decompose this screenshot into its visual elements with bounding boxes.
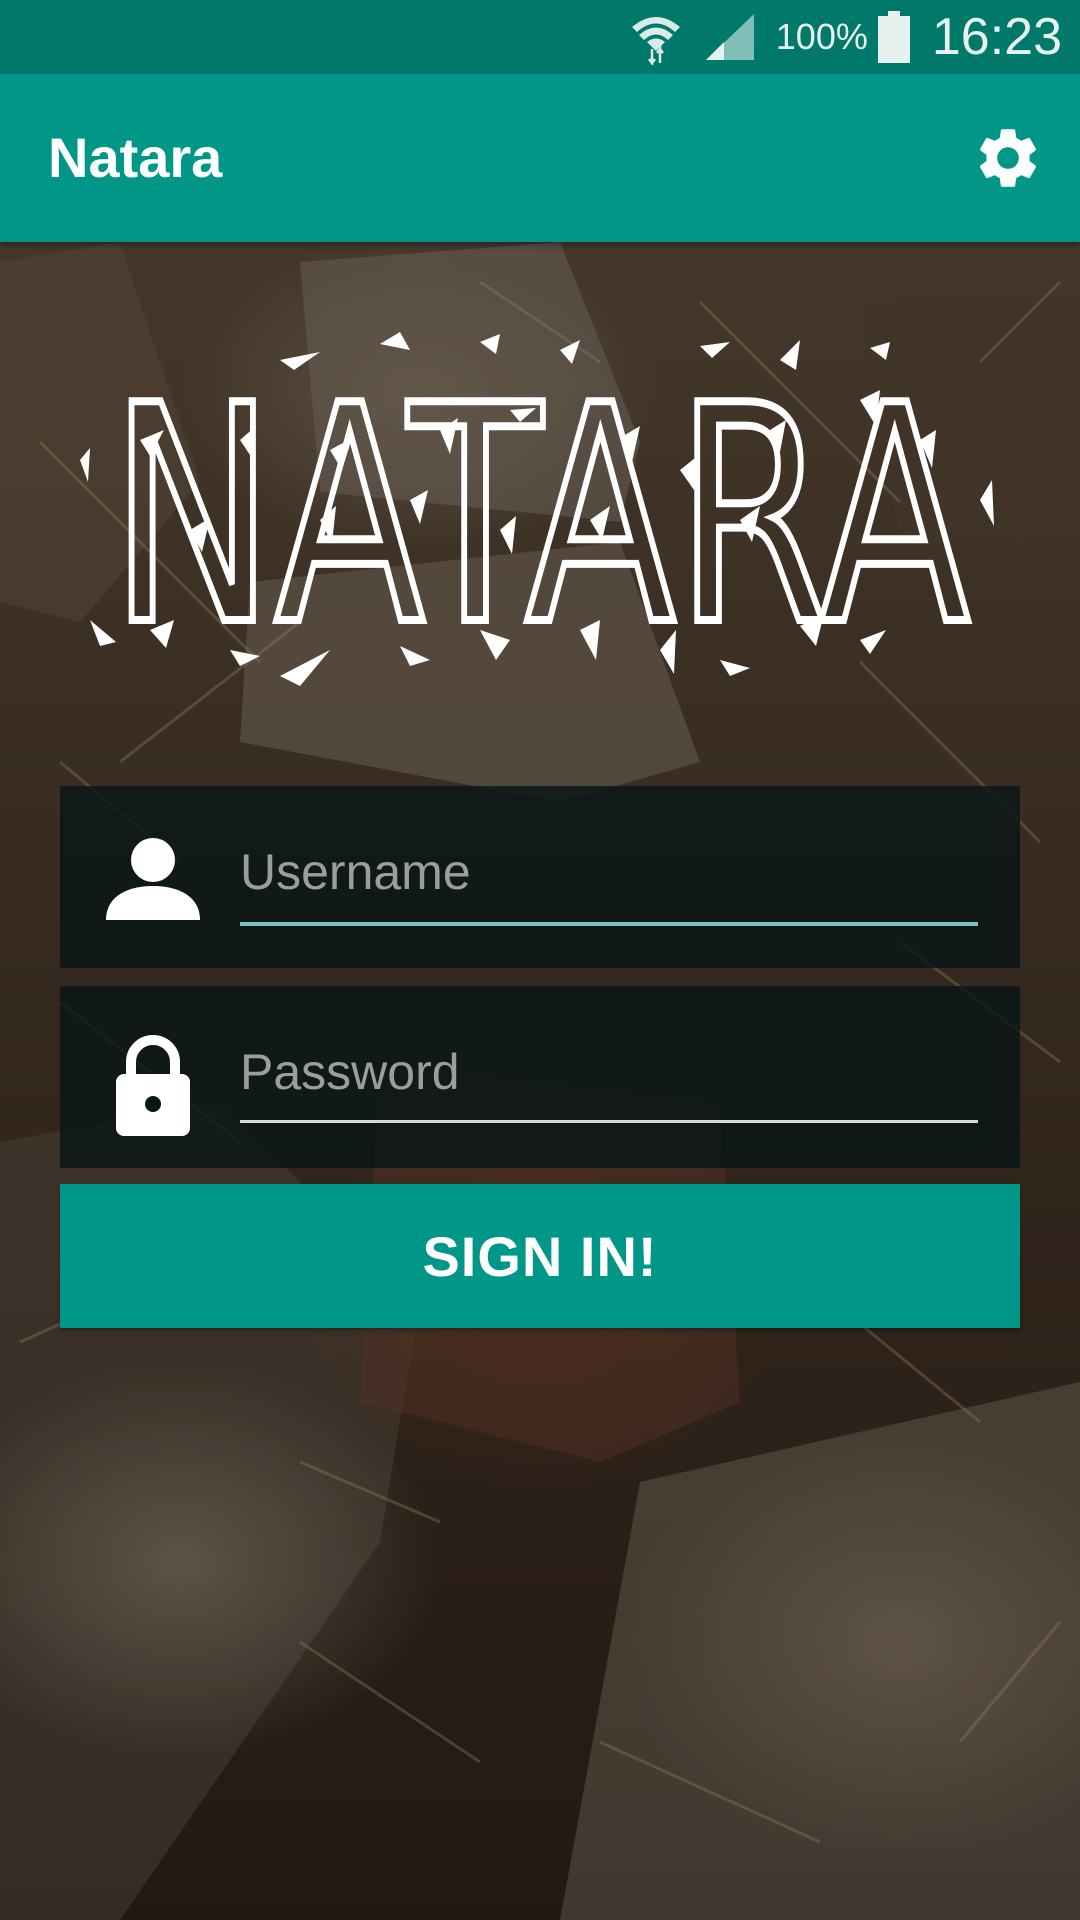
password-underline — [240, 1120, 978, 1123]
username-underline — [240, 922, 978, 926]
login-screen: 100% 16:23 Natara NATARA Username SIGN I… — [0, 0, 1080, 1920]
battery-icon — [877, 11, 910, 63]
logo-text: NATARA — [110, 342, 971, 690]
sign-in-button[interactable]: SIGN IN! — [60, 1184, 1020, 1328]
wifi-icon — [631, 17, 680, 65]
natara-logo: NATARA — [80, 332, 994, 690]
lock-icon — [116, 1035, 190, 1136]
username-row — [60, 786, 1020, 968]
app-bar: Natara — [0, 74, 1080, 242]
settings-button[interactable] — [972, 122, 1044, 194]
battery-percent: 100% — [775, 16, 868, 57]
password-input[interactable] — [240, 1030, 978, 1114]
password-row — [60, 986, 1020, 1168]
gear-icon — [979, 129, 1037, 187]
status-time: 16:23 — [931, 8, 1062, 66]
person-icon — [106, 838, 200, 920]
status-bar: 100% 16:23 — [0, 0, 1080, 74]
app-title: Natara — [48, 126, 223, 189]
signal-icon — [705, 14, 754, 60]
username-input[interactable] — [240, 830, 978, 914]
status-icons: 100% 16:23 — [628, 0, 1062, 74]
